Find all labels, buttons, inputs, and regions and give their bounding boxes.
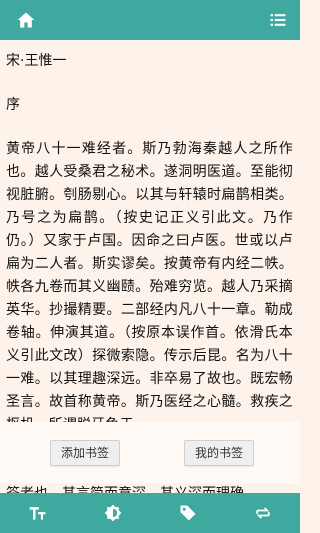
reader-content[interactable]: 宋·王惟一 序 黄帝八十一难经者。斯乃勃海秦越人之所作也。越人受桑君之秘术。遂洞… [0,40,300,484]
bookmark-panel: 添加书签 我的书签 [0,422,300,484]
brightness-icon[interactable] [93,493,133,533]
add-bookmark-button[interactable]: 添加书签 [50,440,120,466]
author-line: 宋·王惟一 [6,53,67,69]
bottom-toolbar [0,493,300,533]
swap-icon[interactable] [243,493,283,533]
home-icon[interactable] [6,0,46,40]
my-bookmarks-button[interactable]: 我的书签 [184,440,254,466]
text-size-icon[interactable] [18,493,58,533]
top-bar [0,0,300,40]
list-menu-icon[interactable] [258,0,298,40]
body-text: 黄帝八十一难经者。斯乃勃海秦越人之所作也。越人受桑君之秘术。遂洞明医道。至能彻视… [6,141,293,433]
tag-icon[interactable] [168,493,208,533]
section-title: 序 [6,97,20,113]
